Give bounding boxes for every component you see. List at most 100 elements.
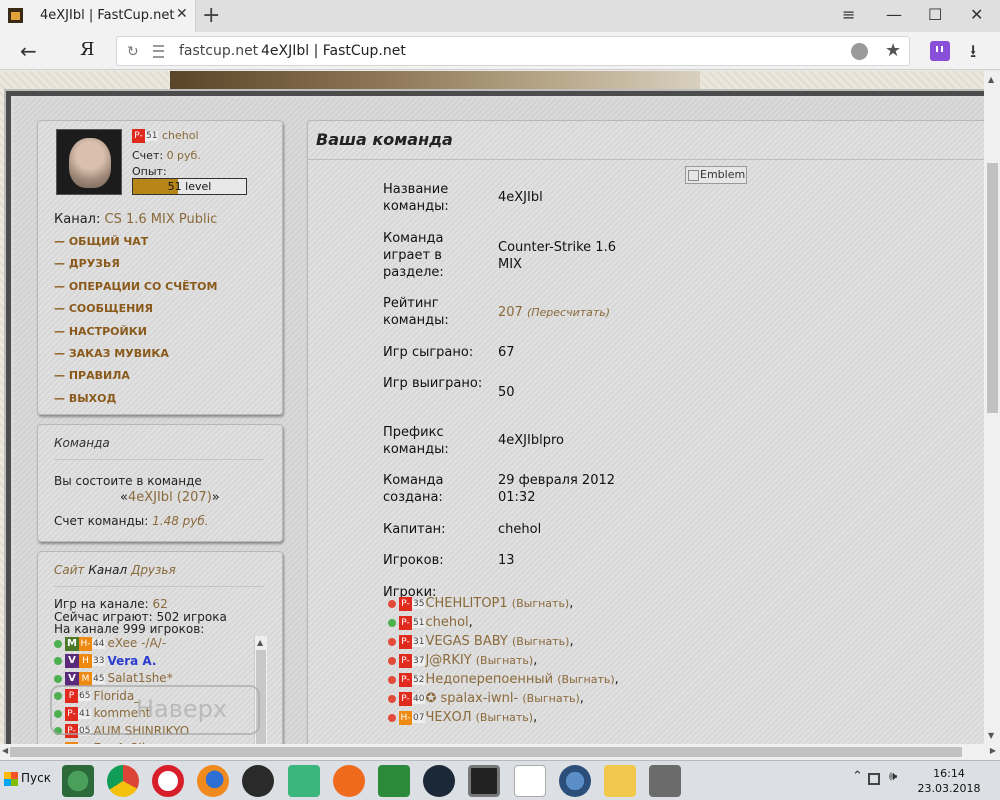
start-button[interactable]: Пуск [4, 771, 51, 786]
user-name-link[interactable]: eXee -/A/- [107, 636, 166, 650]
taskbar-counter-strike-icon[interactable] [649, 765, 681, 797]
menu-item-order-movie[interactable]: — ЗАКАЗ МУВИКА [54, 347, 217, 369]
player-rank-number: 52 [412, 674, 426, 685]
address-page-title: 4eXJIbl | FastCup.net [261, 43, 406, 59]
scroll-up-icon[interactable]: ▲ [988, 75, 994, 84]
minimize-button[interactable]: — [886, 5, 902, 24]
scroll-to-top-button[interactable]: Наверх [50, 685, 260, 735]
player-name-link[interactable]: VEGAS BABY [425, 634, 507, 649]
channel-link[interactable]: CS 1.6 MIX Public [105, 212, 218, 227]
site-box-divider [54, 586, 264, 587]
menu-item-settings[interactable]: — НАСТРОЙКИ [54, 325, 217, 347]
close-window-button[interactable]: ✕ [970, 5, 983, 24]
translate-globe-icon[interactable] [851, 43, 868, 60]
taskbar-video-app-icon[interactable] [468, 765, 500, 797]
player-name-link[interactable]: J@RKIY [425, 653, 471, 668]
player-name-link[interactable]: ЧЕХОЛ [425, 710, 471, 725]
taskbar-teamspeak-icon[interactable] [559, 765, 591, 797]
tab-site[interactable]: Сайт [54, 563, 85, 577]
tab-friends[interactable]: Друзья [131, 563, 176, 577]
games-value[interactable]: 62 [152, 597, 167, 611]
channel-user-row[interactable]: M H- 44 eXee -/A/- [54, 636, 268, 654]
captain-link[interactable]: chehol [498, 521, 638, 538]
taskbar-chat-app-icon[interactable] [288, 765, 320, 797]
avatar[interactable] [56, 129, 122, 195]
downloads-icon[interactable]: ⭳ [970, 39, 976, 69]
site-box-tabs: Сайт Канал Друзья [54, 563, 176, 577]
kick-player-link[interactable]: (Выгнать) [512, 635, 569, 648]
team-created-label: Команда создана: [383, 473, 444, 505]
player-name-link[interactable]: Недоперепоенный [425, 672, 553, 687]
scroll-up-arrow-icon[interactable]: ▲ [257, 638, 263, 647]
team-member-text: Вы состоите в команде [54, 474, 202, 488]
recalculate-link[interactable]: (Пересчитать) [527, 306, 610, 319]
channel-user-row[interactable]: V H 33 Vera A. [54, 654, 268, 672]
tab-channel[interactable]: Канал [88, 563, 127, 577]
rank-number: 51 [145, 131, 159, 141]
kick-player-link[interactable]: (Выгнать) [522, 692, 579, 705]
team-link[interactable]: 4eXJIbl (207) [128, 490, 212, 505]
kick-player-link[interactable]: (Выгнать) [512, 597, 569, 610]
user-name-link[interactable]: Salat1she* [107, 671, 172, 685]
page-viewport: P- 51 chehol Счет: 0 руб. Опыт: 51 level … [0, 71, 984, 744]
kick-player-link[interactable]: (Выгнать) [557, 673, 614, 686]
taskbar-firefox-icon[interactable] [197, 765, 229, 797]
menu-item-logout[interactable]: — ВЫХОД [54, 392, 217, 414]
player-rank-badge: P- [399, 596, 412, 611]
games-won-label: Игр выиграно: [383, 376, 483, 391]
profile-username-link[interactable]: chehol [162, 129, 199, 142]
team-rating-value[interactable]: 207 [498, 305, 523, 320]
user-name-link[interactable]: Vera A. [107, 654, 156, 668]
reload-icon[interactable]: ↻ [127, 44, 139, 60]
page-hscroll-thumb[interactable] [10, 747, 962, 757]
balance-value-link[interactable]: 0 руб. [167, 149, 201, 162]
games-won-value: 50 [498, 385, 515, 400]
user-rank-number: 45 [92, 673, 106, 684]
taskbar-orange-app-icon[interactable] [333, 765, 365, 797]
page-vertical-scrollbar[interactable]: ▲ ▼ [984, 71, 1000, 744]
menu-item-friends[interactable]: — ДРУЗЬЯ [54, 257, 217, 279]
reader-mode-icon[interactable] [153, 45, 164, 58]
taskbar-steam-icon[interactable] [423, 765, 455, 797]
menu-item-general-chat[interactable]: — ОБЩИЙ ЧАТ [54, 235, 217, 257]
games-played-label: Игр сыграно: [383, 345, 474, 360]
taskbar-yandex-browser-icon[interactable] [514, 765, 546, 797]
taskbar-opera-icon[interactable] [152, 765, 184, 797]
page-horizontal-scrollbar[interactable]: ◀ ▶ [0, 744, 1000, 760]
kick-player-link[interactable]: (Выгнать) [476, 654, 533, 667]
page-scroll-thumb[interactable] [987, 163, 998, 413]
bookmark-star-icon[interactable]: ★ [885, 40, 901, 61]
tray-expand-icon[interactable]: ⌃ [852, 769, 863, 784]
taskbar-globe-app-icon[interactable] [62, 765, 94, 797]
browser-tab[interactable]: 4eXJIbl | FastCup.net ✕ [0, 0, 196, 32]
menu-item-messages[interactable]: — СООБЩЕНИЯ [54, 302, 217, 324]
maximize-button[interactable]: ☐ [928, 5, 942, 24]
kick-player-link[interactable]: (Выгнать) [476, 711, 533, 724]
address-bar[interactable]: ↻ fastcup.net 4eXJIbl | FastCup.net ★ [116, 36, 910, 66]
twitch-extension-icon[interactable] [930, 41, 950, 61]
tab-title: 4eXJIbl | FastCup.net [40, 8, 175, 23]
team-box-title: Команда [54, 436, 110, 450]
taskbar-file-explorer-icon[interactable] [604, 765, 636, 797]
yandex-logo-icon[interactable]: Я [80, 39, 95, 60]
taskbar-chrome-icon[interactable] [107, 765, 139, 797]
tab-close-icon[interactable]: ✕ [176, 6, 188, 22]
back-button[interactable]: ← [20, 39, 37, 63]
menu-item-account-operations[interactable]: — ОПЕРАЦИИ СО СЧЁТОМ [54, 280, 217, 302]
player-name-link[interactable]: ✪ spalax-iwnl- [425, 691, 518, 706]
taskbar-obs-icon[interactable] [242, 765, 274, 797]
player-name-link[interactable]: CHEHLITOP1 [425, 596, 507, 611]
scroll-right-icon[interactable]: ▶ [990, 746, 996, 755]
scroll-left-icon[interactable]: ◀ [2, 746, 8, 755]
scroll-down-icon[interactable]: ▼ [988, 731, 994, 740]
menu-item-rules[interactable]: — ПРАВИЛА [54, 369, 217, 391]
new-tab-button[interactable]: + [202, 3, 220, 28]
taskbar-memory-app-icon[interactable] [378, 765, 410, 797]
tray-device-icon[interactable] [868, 773, 880, 785]
tray-volume-icon[interactable]: 🕪 [889, 769, 897, 784]
browser-menu-icon[interactable]: ≡ [842, 5, 855, 24]
player-name-link[interactable]: chehol [425, 615, 468, 630]
player-status-dot-icon [388, 637, 396, 646]
team-score-line: Счет команды: 1.48 руб. [54, 514, 209, 528]
taskbar-clock[interactable]: 16:14 23.03.2018 [916, 766, 982, 796]
